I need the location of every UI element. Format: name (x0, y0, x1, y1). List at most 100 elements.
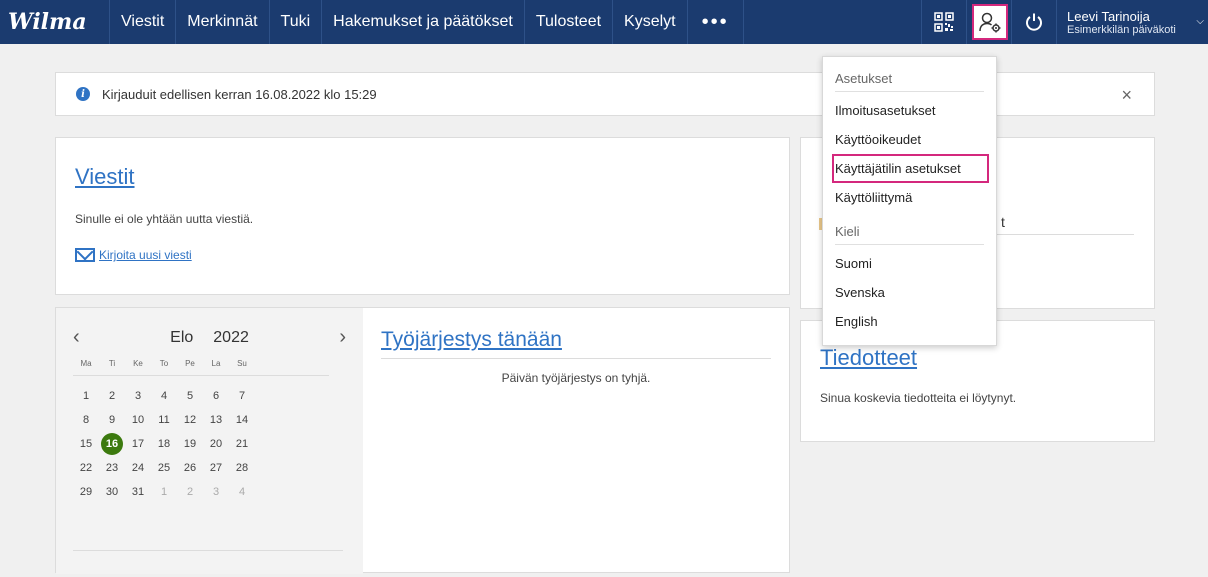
qr-code-icon (934, 12, 954, 32)
calendar-day[interactable]: 4 (151, 384, 177, 408)
calendar-day[interactable]: 21 (229, 432, 255, 456)
calendar-week: 22 23 24 25 26 27 28 (73, 456, 346, 480)
power-icon (1026, 13, 1042, 31)
menu-item-notification-settings[interactable]: Ilmoitusasetukset (835, 96, 984, 125)
wilma-logo[interactable]: Wilma (0, 0, 110, 44)
calendar-day[interactable]: 29 (73, 480, 99, 504)
calendar-day[interactable]: 26 (177, 456, 203, 480)
messages-card: Viestit Sinulle ei ole yhtään uutta vies… (55, 137, 790, 295)
calendar-day[interactable]: 7 (229, 384, 255, 408)
nav-hakemukset[interactable]: Hakemukset ja päätökset (322, 0, 525, 44)
menu-item-lang-english[interactable]: English (835, 307, 984, 336)
calendar-grid: Ma Ti Ke To Pe La Su 1 2 3 4 5 6 7 8 9 1… (73, 353, 346, 504)
schedule-empty-text: Päivän työjärjestys on tyhjä. (501, 371, 651, 385)
calendar-day[interactable]: 8 (73, 408, 99, 432)
calendar-weekdays: Ma Ti Ke To Pe La Su (73, 353, 346, 373)
calendar-bottom-divider (73, 550, 343, 551)
prev-month-button[interactable]: ‹ (73, 326, 93, 349)
weekday-label: Ma (80, 358, 92, 368)
chevron-down-icon: ⌵ (1196, 16, 1204, 27)
weekday-label: Ti (108, 358, 116, 368)
weekday-label: Ke (133, 358, 143, 368)
calendar-day[interactable]: 5 (177, 384, 203, 408)
schedule-title-link[interactable]: Työjärjestys tänään (381, 328, 771, 352)
menu-item-account-settings[interactable]: Käyttäjätilin asetukset (832, 154, 989, 183)
calendar-day[interactable]: 23 (99, 456, 125, 480)
menu-item-user-interface[interactable]: Käyttöliittymä (835, 183, 984, 212)
calendar-header: ‹ Elo 2022 › (73, 326, 346, 349)
calendar-day[interactable]: 12 (177, 408, 203, 432)
weekday-label: To (159, 358, 169, 368)
card-divider (981, 234, 1134, 235)
info-icon: i (76, 87, 90, 101)
nav-kyselyt[interactable]: Kyselyt (613, 0, 688, 44)
nav-tulosteet[interactable]: Tulosteet (525, 0, 614, 44)
calendar-day[interactable]: 18 (151, 432, 177, 456)
calendar-day[interactable]: 31 (125, 480, 151, 504)
calendar-day-next-month[interactable]: 2 (177, 480, 203, 504)
menu-item-permissions[interactable]: Käyttöoikeudet (835, 125, 984, 154)
close-notice-button[interactable]: × (1121, 85, 1132, 106)
calendar-day[interactable]: 28 (229, 456, 255, 480)
logout-button[interactable] (1011, 0, 1056, 44)
calendar-day[interactable]: 13 (203, 408, 229, 432)
card-partial-text: t (1001, 214, 1005, 230)
schedule-divider (381, 358, 771, 359)
calendar-day[interactable]: 19 (177, 432, 203, 456)
user-settings-highlight (972, 4, 1008, 40)
calendar-day[interactable]: 10 (125, 408, 151, 432)
schedule-card: ‹ Elo 2022 › Ma Ti Ke To Pe La Su 1 2 3 (55, 307, 790, 574)
calendar-week: 29 30 31 1 2 3 4 (73, 480, 346, 504)
calendar-day[interactable]: 2 (99, 384, 125, 408)
calendar-year: 2022 (213, 328, 249, 346)
calendar-day-next-month[interactable]: 1 (151, 480, 177, 504)
qr-code-button[interactable] (921, 0, 966, 44)
calendar-day-next-month[interactable]: 4 (229, 480, 255, 504)
calendar-week: 8 9 10 11 12 13 14 (73, 408, 346, 432)
calendar-month: Elo (170, 328, 194, 346)
next-month-button[interactable]: › (326, 326, 346, 349)
calendar-day[interactable]: 20 (203, 432, 229, 456)
dropdown-section-settings: Asetukset (835, 71, 984, 92)
envelope-icon (75, 248, 95, 262)
nav-merkinnat[interactable]: Merkinnät (176, 0, 270, 44)
user-settings-button[interactable] (966, 0, 1011, 44)
dropdown-section-language: Kieli (835, 224, 984, 245)
calendar-divider (73, 375, 329, 376)
calendar-day[interactable]: 3 (125, 384, 151, 408)
weekday-label: Pe (185, 358, 195, 368)
weekday-label: Su (237, 358, 247, 368)
calendar-day-today[interactable]: 16 (99, 432, 125, 456)
messages-empty-text: Sinulle ei ole yhtään uutta viestiä. (75, 212, 254, 226)
calendar: ‹ Elo 2022 › Ma Ti Ke To Pe La Su 1 2 3 (56, 308, 363, 574)
calendar-day[interactable]: 25 (151, 456, 177, 480)
user-settings-dropdown: Asetukset Ilmoitusasetukset Käyttöoikeud… (822, 56, 997, 346)
calendar-day[interactable]: 14 (229, 408, 255, 432)
calendar-day[interactable]: 11 (151, 408, 177, 432)
calendar-day[interactable]: 1 (73, 384, 99, 408)
new-message-label: Kirjoita uusi viesti (99, 248, 192, 262)
nav-viestit[interactable]: Viestit (110, 0, 177, 44)
nav-tuki[interactable]: Tuki (270, 0, 323, 44)
nav-more-button[interactable]: ••• (688, 0, 744, 44)
calendar-day[interactable]: 15 (73, 432, 99, 456)
today-marker: 16 (101, 433, 123, 455)
calendar-day[interactable]: 17 (125, 432, 151, 456)
calendar-day[interactable]: 27 (203, 456, 229, 480)
new-message-link[interactable]: Kirjoita uusi viesti (75, 248, 770, 262)
calendar-day[interactable]: 24 (125, 456, 151, 480)
calendar-day[interactable]: 22 (73, 456, 99, 480)
calendar-day[interactable]: 9 (99, 408, 125, 432)
calendar-week: 15 16 17 18 19 20 21 (73, 432, 346, 456)
menu-item-lang-swedish[interactable]: Svenska (835, 278, 984, 307)
calendar-day-next-month[interactable]: 3 (203, 480, 229, 504)
calendar-day[interactable]: 6 (203, 384, 229, 408)
messages-title-link[interactable]: Viestit (75, 164, 770, 190)
schedule-today: Työjärjestys tänään Päivän työjärjestys … (381, 328, 771, 385)
calendar-day[interactable]: 30 (99, 480, 125, 504)
weekday-label: La (211, 358, 221, 368)
user-menu[interactable]: Leevi Tarinoija Esimerkkilän päiväkoti ⌵ (1056, 0, 1208, 44)
menu-item-lang-finnish[interactable]: Suomi (835, 249, 984, 278)
announcements-title-link[interactable]: Tiedotteet (820, 345, 1135, 371)
